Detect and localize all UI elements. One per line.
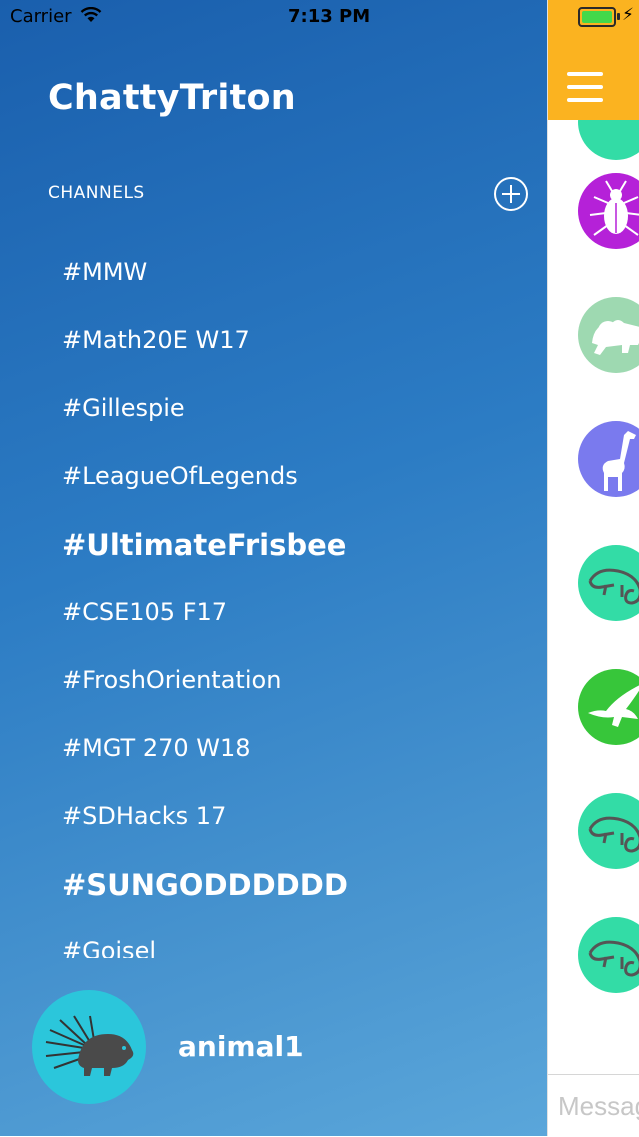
wifi-icon [80,6,102,27]
lion-icon[interactable] [578,297,639,373]
status-time: 7:13 PM [288,6,371,27]
porcupine-icon[interactable] [32,990,146,1104]
channels-header: CHANNELS [48,183,145,203]
channel-item[interactable]: #Goisel [62,937,156,958]
username-label[interactable]: animal1 [178,1030,304,1063]
channel-item[interactable]: #Math20E W17 [62,326,250,354]
channel-item[interactable]: #FroshOrientation [62,666,281,694]
channel-item-unread[interactable]: #UltimateFrisbee [62,528,346,562]
channel-item[interactable]: #MGT 270 W18 [62,734,251,762]
channel-item[interactable]: #MMW [62,258,147,286]
charging-icon: ⚡ [622,5,634,25]
battery-tip [617,13,620,20]
app-title: ChattyTriton [48,78,296,118]
channel-list[interactable]: #MMW #Math20E W17 #Gillespie #LeagueOfLe… [0,240,547,958]
channel-item-unread[interactable]: #SUNGODDDDDD [62,868,348,902]
side-drawer: ChattyTriton CHANNELS #MMW #Math20E W17 … [0,0,547,1136]
chat-panel[interactable] [547,0,639,1137]
plus-circle-icon[interactable] [494,177,528,211]
chameleon-icon[interactable] [578,545,639,621]
hamburger-menu-icon[interactable] [567,72,603,102]
chameleon-icon[interactable] [578,917,639,993]
status-bar: Carrier 7:13 PM ⚡ [0,0,639,34]
channel-item[interactable]: #LeagueOfLegends [62,462,298,490]
channel-item[interactable]: #CSE105 F17 [62,598,227,626]
message-composer [548,1074,639,1137]
channel-item[interactable]: #SDHacks 17 [62,802,226,830]
channel-item[interactable]: #Gillespie [62,394,185,422]
battery-icon [578,7,616,27]
giraffe-icon[interactable] [578,421,639,497]
beetle-icon[interactable] [578,173,639,249]
eagle-icon[interactable] [578,669,639,745]
carrier-label: Carrier [10,6,72,27]
message-input[interactable] [556,1087,639,1125]
chameleon-icon[interactable] [578,793,639,869]
